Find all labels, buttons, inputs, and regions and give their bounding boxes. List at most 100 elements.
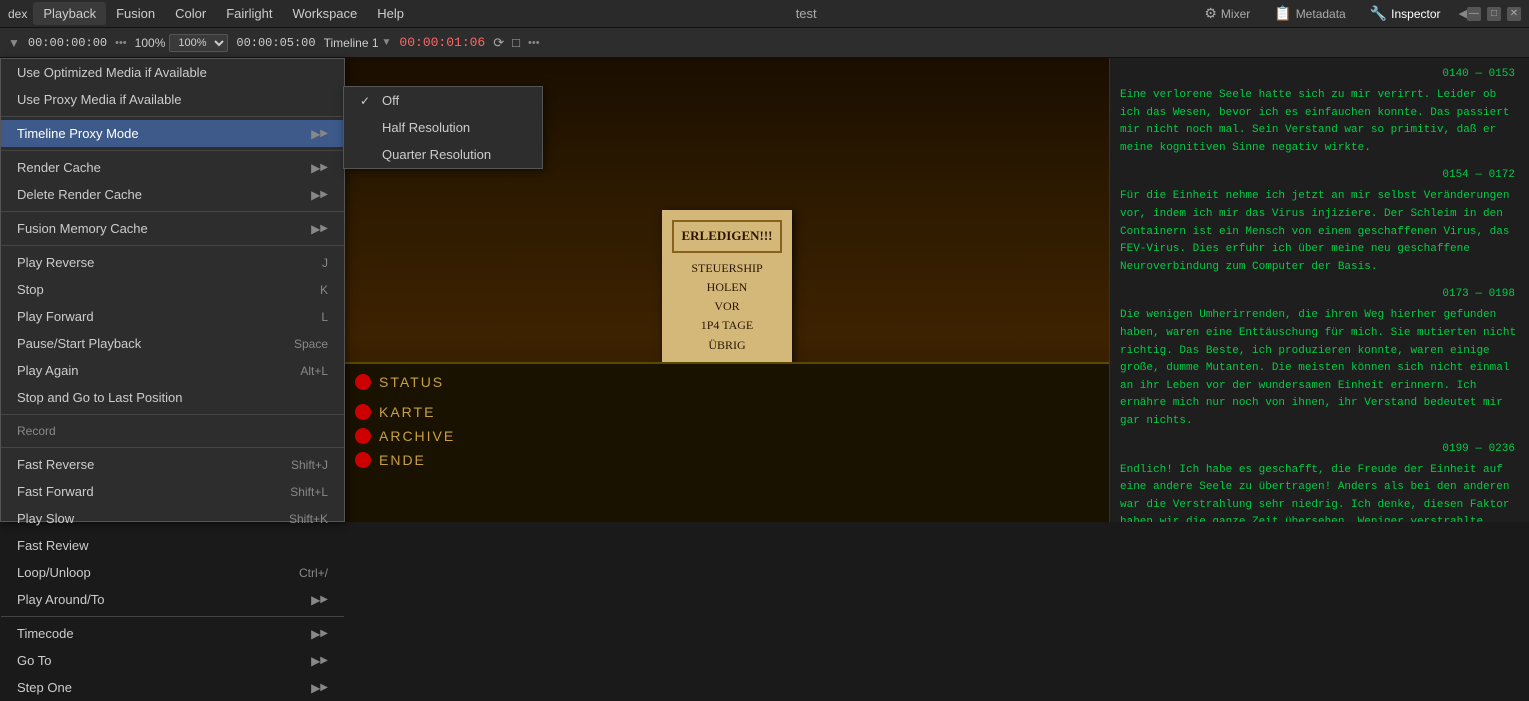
top-right-panel: ⚙ Mixer 📋 Metadata 🔧 Inspector ◀	[1198, 3, 1467, 24]
archive-indicator	[355, 428, 371, 444]
menu-item-dex[interactable]: dex	[8, 7, 27, 21]
section-header-1: 0140 — 0153	[1120, 66, 1519, 83]
menu-item-fast-review[interactable]: Fast Review	[1, 532, 344, 559]
menu-section-record: Record	[1, 418, 344, 444]
menu-item-delete-render-cache[interactable]: Delete Render Cache ▶	[1, 181, 344, 208]
menu-item-render-cache[interactable]: Render Cache ▶	[1, 154, 344, 181]
menu-buttons: STATUS	[345, 364, 1109, 400]
maximize-button[interactable]: □	[1487, 7, 1501, 21]
status-indicator	[355, 374, 371, 390]
section-body-2: Für die Einheit nehme ich jetzt an mir s…	[1120, 188, 1519, 276]
close-button[interactable]: ✕	[1507, 7, 1521, 21]
menu-item-help[interactable]: Help	[367, 2, 414, 25]
game-menu-panel: STATUS KARTE ARCHIVE ENDE	[345, 362, 1109, 522]
mixer-label: Mixer	[1221, 7, 1250, 21]
main-content: Use Optimized Media if Available Use Pro…	[0, 58, 1529, 522]
transport-dots[interactable]: •••	[115, 37, 127, 49]
menu-item-proxy-media[interactable]: Use Proxy Media if Available	[1, 86, 344, 113]
check-off: ✓	[360, 94, 374, 108]
karte-indicator	[355, 404, 371, 420]
submenu-item-half-resolution[interactable]: Half Resolution	[344, 114, 542, 141]
timeline-name: Timeline 1	[324, 36, 379, 50]
right-panel-content: 0140 — 0153 Eine verlorene Seele hatte s…	[1110, 58, 1529, 522]
menu-item-workspace[interactable]: Workspace	[282, 2, 367, 25]
menu-item-step-one[interactable]: Step One ▶	[1, 674, 344, 701]
timeline-dropdown-chevron: ▼	[382, 37, 392, 48]
karte-label: KARTE	[379, 404, 435, 420]
menu-item-play-slow[interactable]: Play Slow Shift+K	[1, 505, 344, 532]
submenu-item-quarter-resolution[interactable]: Quarter Resolution	[344, 141, 542, 168]
menu-item-fast-forward[interactable]: Fast Forward Shift+L	[1, 478, 344, 505]
mixer-icon: ⚙	[1204, 5, 1217, 22]
timeline-dropdown-arrow[interactable]: ▼	[8, 36, 20, 50]
menu-item-play-around[interactable]: Play Around/To ▶	[1, 586, 344, 613]
menu-item-optimized-media[interactable]: Use Optimized Media if Available	[1, 59, 344, 86]
menu-item-stop-goto-last[interactable]: Stop and Go to Last Position	[1, 384, 344, 411]
mixer-tab[interactable]: ⚙ Mixer	[1198, 3, 1256, 24]
karte-row: KARTE	[345, 400, 1109, 424]
duration-time: 00:00:05:00	[236, 36, 315, 50]
zoom-value: 100%	[135, 36, 166, 50]
panel-arrow-icon: ◀	[1459, 7, 1467, 20]
menu-item-stop[interactable]: Stop K	[1, 276, 344, 303]
section-header-2: 0154 — 0172	[1120, 167, 1519, 184]
menu-item-color[interactable]: Color	[165, 2, 216, 25]
ende-indicator	[355, 452, 371, 468]
menu-item-fairlight[interactable]: Fairlight	[216, 2, 282, 25]
archive-label: ARCHIVE	[379, 428, 455, 444]
section-body-1: Eine verlorene Seele hatte sich zu mir v…	[1120, 87, 1519, 157]
menu-item-timeline-proxy-mode[interactable]: Timeline Proxy Mode ▶	[1, 120, 344, 147]
divider-1	[1, 116, 344, 117]
metadata-tab[interactable]: 📋 Metadata	[1268, 3, 1351, 24]
inspector-tab[interactable]: 🔧 Inspector	[1364, 3, 1447, 24]
note-image: ERLEDIGEN!!! STEUERSHIPHOLENVOR1P4 TAGEÜ…	[662, 210, 792, 370]
note-content: STEUERSHIPHOLENVOR1P4 TAGEÜBRIG	[672, 259, 782, 355]
metadata-icon: 📋	[1274, 5, 1291, 22]
section-body-3: Die wenigen Umherirrenden, die ihren Weg…	[1120, 307, 1519, 430]
dropdown-menu: Use Optimized Media if Available Use Pro…	[0, 58, 345, 522]
menu-bar: dex Playback Fusion Color Fairlight Work…	[0, 0, 1529, 28]
menu-item-fusion[interactable]: Fusion	[106, 2, 165, 25]
transport-time-display: 00:00:00:00	[28, 36, 107, 50]
divider-3	[1, 211, 344, 212]
submenu-timeline-proxy: ✓ Off Half Resolution Quarter Resolution	[343, 86, 543, 169]
menu-item-playback[interactable]: Playback	[33, 2, 106, 25]
divider-4	[1, 245, 344, 246]
ende-row: ENDE	[345, 448, 1109, 472]
metadata-label: Metadata	[1296, 7, 1346, 21]
archive-row: ARCHIVE	[345, 424, 1109, 448]
window-title: test	[414, 6, 1198, 21]
timeline-dropdown[interactable]: Timeline 1 ▼	[324, 36, 392, 50]
menu-item-pause-start[interactable]: Pause/Start Playback Space	[1, 330, 344, 357]
section-header-4: 0199 — 0236	[1120, 441, 1519, 458]
menu-item-fusion-memory-cache[interactable]: Fusion Memory Cache ▶	[1, 215, 344, 242]
note-header: ERLEDIGEN!!!	[672, 220, 782, 253]
window-controls: — □ ✕	[1467, 7, 1521, 21]
secondary-toolbar: ▼ 00:00:00:00 ••• 100% 100% 75% 50% 00:0…	[0, 28, 1529, 58]
menu-item-goto[interactable]: Go To ▶	[1, 647, 344, 674]
section-body-4: Endlich! Ich habe es geschafft, die Freu…	[1120, 462, 1519, 522]
menu-item-play-reverse[interactable]: Play Reverse J	[1, 249, 344, 276]
menu-item-loop-unloop[interactable]: Loop/Unloop Ctrl+/	[1, 559, 344, 586]
zoom-control: 100% 100% 75% 50%	[135, 34, 229, 52]
menu-item-play-forward[interactable]: Play Forward L	[1, 303, 344, 330]
submenu-item-off[interactable]: ✓ Off	[344, 87, 542, 114]
minimize-button[interactable]: —	[1467, 7, 1481, 21]
current-timecode: 00:00:01:06	[399, 35, 485, 50]
right-panel: 0140 — 0153 Eine verlorene Seele hatte s…	[1109, 58, 1529, 522]
menu-item-fast-reverse[interactable]: Fast Reverse Shift+J	[1, 451, 344, 478]
ende-label: ENDE	[379, 452, 426, 468]
divider-5	[1, 414, 344, 415]
zoom-select[interactable]: 100% 75% 50%	[169, 34, 228, 52]
divider-7	[1, 616, 344, 617]
status-label: STATUS	[379, 374, 444, 390]
menu-item-timecode[interactable]: Timecode ▶	[1, 620, 344, 647]
divider-2	[1, 150, 344, 151]
menu-item-play-again[interactable]: Play Again Alt+L	[1, 357, 344, 384]
section-header-3: 0173 — 0198	[1120, 286, 1519, 303]
more-options-icon[interactable]: •••	[528, 37, 540, 49]
inspector-label: Inspector	[1391, 7, 1440, 21]
sync-icon: ⟳	[493, 35, 504, 51]
divider-6	[1, 447, 344, 448]
fit-icon: □	[512, 35, 520, 50]
